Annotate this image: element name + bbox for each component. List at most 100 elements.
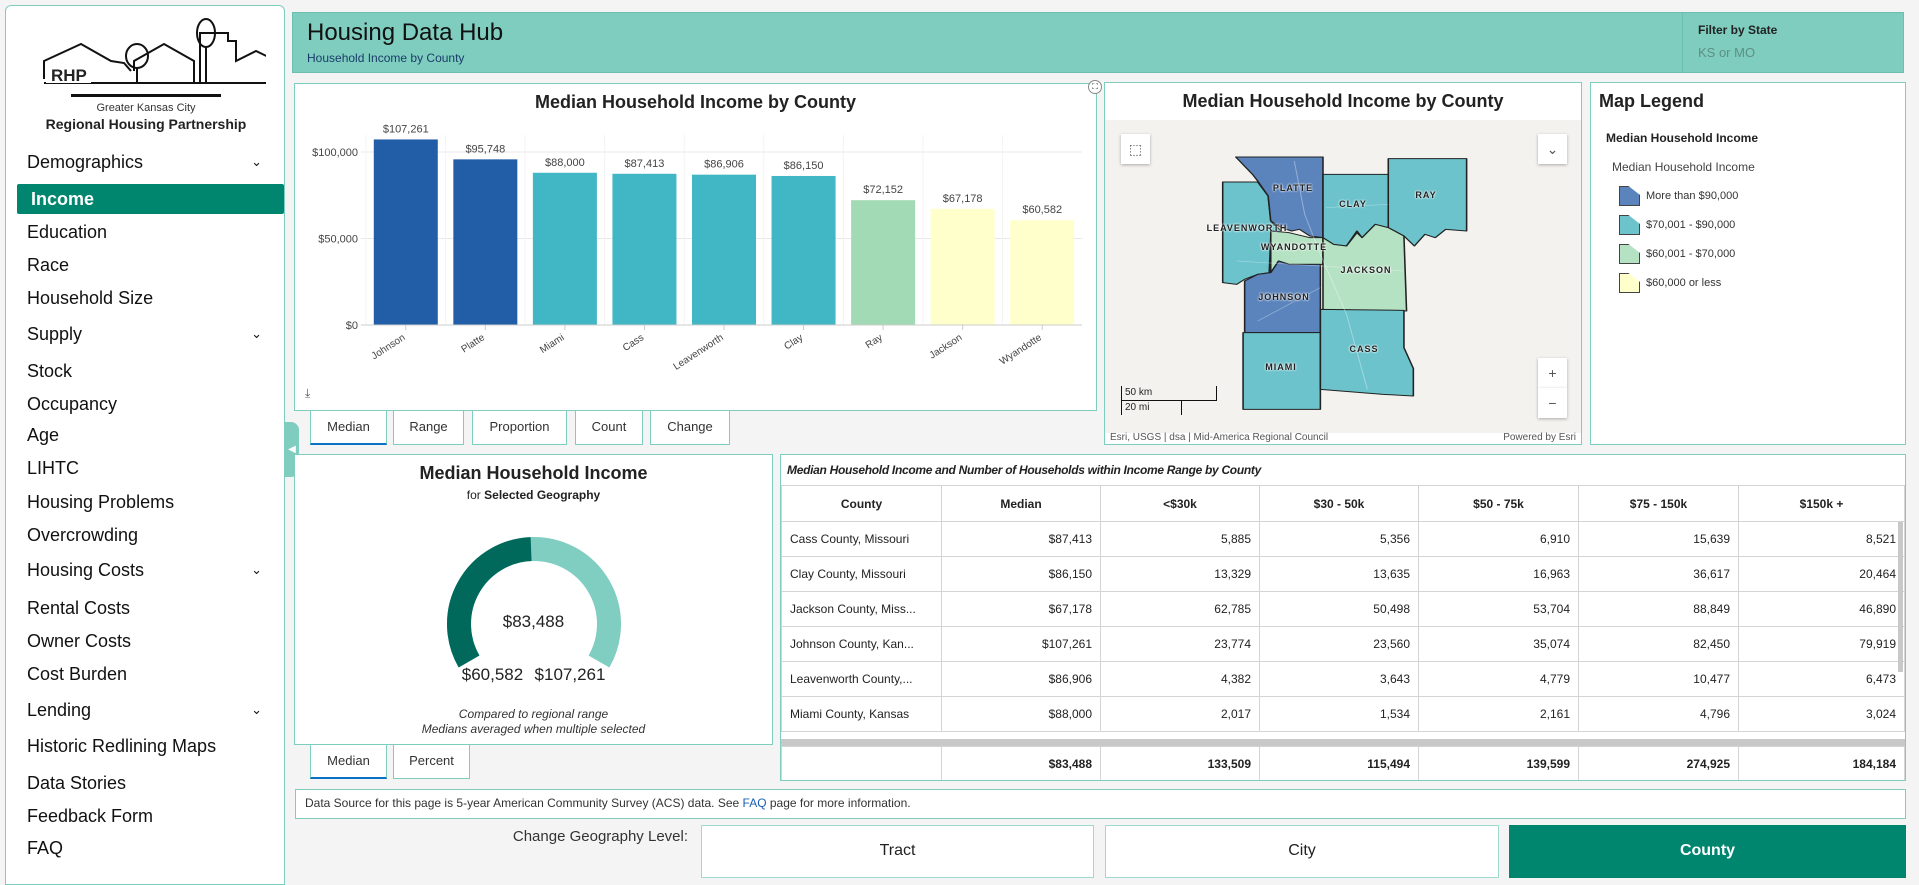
column-header[interactable]: Median [941, 485, 1101, 522]
column-header[interactable]: County [781, 485, 942, 522]
bar-platte[interactable] [453, 159, 518, 325]
geo-tract-button[interactable]: Tract [701, 825, 1094, 878]
sidebar-item-lending[interactable]: Lending ⌄ [27, 695, 282, 725]
county-cell: Leavenworth County,... [781, 661, 942, 697]
sidebar-item-income[interactable]: Income [17, 184, 284, 214]
header: Housing Data Hub Household Income by Cou… [292, 12, 1904, 73]
legend-label: More than $90,000 [1646, 190, 1739, 202]
sidebar-item-overcrowding[interactable]: Overcrowding [27, 520, 282, 550]
bar-value-label: $86,906 [704, 159, 744, 171]
bar-miami[interactable] [532, 172, 597, 325]
chevron-down-icon[interactable]: ⌄ [251, 319, 262, 349]
sidebar-item-stock[interactable]: Stock [27, 356, 282, 386]
county-cell: Clay County, Missouri [781, 556, 942, 592]
chevron-down-icon[interactable]: ⌄ [251, 555, 262, 585]
geo-city-button[interactable]: City [1105, 825, 1499, 878]
column-header[interactable]: $50 - 75k [1418, 485, 1579, 522]
data-source-note: Data Source for this page is 5-year Amer… [295, 789, 1906, 819]
sidebar-item-age[interactable]: Age [27, 420, 282, 450]
zoom-out-button[interactable]: − [1538, 388, 1567, 418]
sidebar-item-label: Lending [27, 700, 92, 720]
bar-value-label: $88,000 [545, 157, 585, 169]
chart-tab-change[interactable]: Change [650, 411, 730, 445]
zoom-in-button[interactable]: + [1538, 358, 1567, 388]
column-header[interactable]: $30 - 50k [1259, 485, 1419, 522]
chart-tab-count[interactable]: Count [575, 411, 643, 445]
select-tool-button[interactable]: ⬚ [1121, 134, 1150, 164]
geo-county-button[interactable]: County [1509, 825, 1906, 878]
bar-chart-panel: Median Household Income by County $0 $50,… [294, 80, 1102, 411]
powered-by-esri[interactable]: Powered by Esri [1503, 432, 1576, 443]
sidebar-item-education[interactable]: Education [27, 217, 282, 247]
gauge-tab-median[interactable]: Median [310, 745, 387, 779]
value-cell: 53,704 [1418, 591, 1579, 627]
sidebar-item-housing-costs[interactable]: Housing Costs ⌄ [27, 555, 282, 585]
table-row[interactable]: Cass County, Missouri $87,413 5,885 5,356 6,… [781, 521, 1905, 557]
chevron-down-icon[interactable]: ⌄ [251, 147, 262, 177]
sidebar-item-data-stories[interactable]: Data Stories [27, 768, 282, 798]
bar-leavenworth[interactable] [692, 174, 756, 325]
sidebar-item-housing-problems[interactable]: Housing Problems [27, 487, 282, 517]
y-tick-label: $100,000 [312, 147, 358, 159]
fullscreen-icon[interactable]: ⛶ [1088, 80, 1102, 94]
table-row[interactable]: Leavenworth County,... $86,906 4,382 3,643 4… [781, 661, 1905, 697]
map-canvas[interactable]: PLATTE CLAY RAY LEAVENWORTH WYANDOTTE JA… [1105, 120, 1581, 433]
chart-tab-range[interactable]: Range [393, 411, 464, 445]
bar-jackson[interactable] [930, 208, 995, 325]
sidebar-item-demographics[interactable]: Demographics ⌄ [27, 147, 282, 177]
value-cell: $87,413 [941, 521, 1101, 557]
source-text: Data Source for this page is 5-year Amer… [305, 796, 743, 810]
horizontal-scrollbar[interactable] [781, 739, 1905, 746]
x-tick-label: Clay [782, 332, 805, 352]
page-subtitle: Household Income by County [307, 51, 465, 65]
total-cell: 274,925 [1578, 746, 1739, 780]
bar-value-label: $86,150 [784, 160, 824, 172]
sidebar-item-feedback-form[interactable]: Feedback Form [27, 801, 282, 831]
sidebar-item-rental-costs[interactable]: Rental Costs [27, 593, 282, 623]
sidebar-item-owner-costs[interactable]: Owner Costs [27, 626, 282, 656]
sidebar-item-faq[interactable]: FAQ [27, 833, 282, 863]
totals-table: $83,488 133,509 115,494 139,599 274,925 184,1… [781, 746, 1905, 780]
sidebar-item-label: Occupancy [27, 394, 118, 414]
chart-tab-median[interactable]: Median [310, 411, 387, 445]
sidebar-item-lihtc[interactable]: LIHTC [27, 453, 282, 483]
vertical-scrollbar[interactable] [1898, 522, 1903, 672]
sidebar-item-historic-redlining-maps[interactable]: Historic Redlining Maps [27, 731, 282, 761]
column-header[interactable]: $75 - 150k [1578, 485, 1739, 522]
bar-clay[interactable] [771, 175, 836, 325]
gauge-tab-percent[interactable]: Percent [393, 745, 470, 779]
value-cell: 10,477 [1578, 661, 1739, 697]
table-row[interactable]: Clay County, Missouri $86,150 13,329 13,635… [781, 556, 1905, 592]
bar-ray[interactable] [851, 200, 916, 325]
expand-button[interactable]: ⌄ [1538, 134, 1567, 164]
table-row[interactable]: Jackson County, Miss... $67,178 62,785 50,4… [781, 591, 1905, 627]
column-header[interactable]: $150k + [1738, 485, 1905, 522]
table-row[interactable]: Miami County, Kansas $88,000 2,017 1,534 2,1… [781, 696, 1905, 732]
column-header[interactable]: <$30k [1100, 485, 1260, 522]
page-title: Housing Data Hub [307, 19, 504, 46]
sidebar-item-race[interactable]: Race [27, 250, 282, 280]
sidebar-item-household-size[interactable]: Household Size [27, 283, 282, 313]
sidebar-item-label: Income [31, 189, 95, 209]
state-filter[interactable]: KS or MO [1698, 45, 1755, 60]
sidebar-item-supply[interactable]: Supply ⌄ [27, 319, 282, 349]
value-cell: $67,178 [941, 591, 1101, 627]
bar-cass[interactable] [612, 173, 677, 325]
bar-value-label: $67,178 [943, 193, 983, 205]
logo-rule [71, 94, 221, 97]
map-attribution: Esri, USGS | dsa | Mid-America Regional … [1110, 432, 1329, 443]
logo-line2: Regional Housing Partnership [45, 116, 247, 132]
sidebar: RHP Greater Kansas City Regional Housing… [5, 5, 285, 885]
faq-link[interactable]: FAQ [743, 796, 767, 810]
bar-johnson[interactable] [373, 139, 438, 325]
bar-wyandotte[interactable] [1010, 220, 1075, 325]
chevron-down-icon[interactable]: ⌄ [251, 695, 262, 725]
value-cell: 23,560 [1259, 626, 1419, 662]
chart-tab-proportion[interactable]: Proportion [472, 411, 567, 445]
legend-label: $60,000 or less [1646, 277, 1722, 289]
sidebar-item-cost-burden[interactable]: Cost Burden [27, 659, 282, 689]
download-icon[interactable]: ⤓ [305, 386, 310, 401]
sidebar-item-occupancy[interactable]: Occupancy [27, 389, 282, 419]
gauge-panel: Median Household Income for Selected Geo… [294, 454, 773, 745]
table-row[interactable]: Johnson County, Kan... $107,261 23,774 23,5… [781, 626, 1905, 662]
